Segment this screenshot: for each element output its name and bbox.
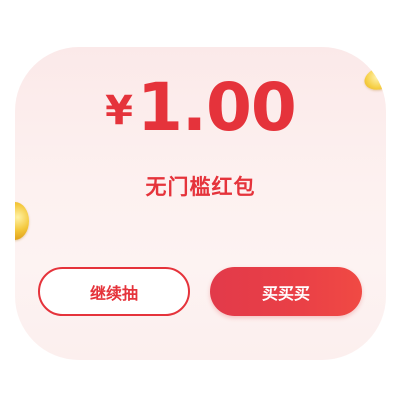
stage: ¥1.00 无门槛红包 继续抽 买买买: [0, 0, 400, 400]
buy-button[interactable]: 买买买: [210, 267, 362, 316]
currency-symbol: ¥: [105, 88, 133, 134]
reward-label: 无门槛红包: [145, 175, 256, 199]
continue-draw-button[interactable]: 继续抽: [38, 267, 190, 316]
reward-amount: ¥1.00: [15, 75, 386, 141]
red-packet-card: ¥1.00 无门槛红包 继续抽 买买买: [15, 47, 386, 360]
gold-coin-icon: [15, 202, 29, 240]
continue-draw-label: 继续抽: [89, 283, 138, 303]
amount-value: 1.00: [137, 69, 297, 146]
buy-label: 买买买: [261, 283, 310, 303]
